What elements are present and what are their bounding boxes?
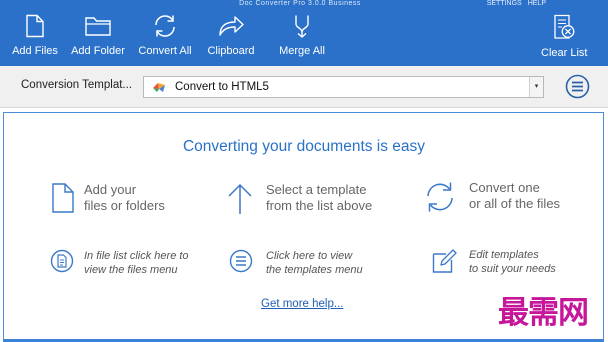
file-icon (52, 183, 74, 213)
clear-list-button[interactable]: Clear List (541, 14, 587, 60)
add-folder-button[interactable]: Add Folder (71, 14, 125, 60)
add-files-button[interactable]: Add Files (12, 14, 58, 60)
merge-icon (295, 15, 309, 38)
template-bar: Conversion Templat... Convert to HTML5 ▾ (0, 66, 608, 108)
template-select[interactable]: Convert to HTML5 ▾ (143, 76, 544, 98)
share-arrow-icon (219, 16, 244, 36)
hint-edit-templates[interactable]: Edit templates to suit your needs (431, 248, 556, 276)
hint-templates-menu-text: Click here to view the templates menu (266, 250, 363, 276)
clear-list-label: Clear List (541, 47, 588, 59)
clear-list-icon (554, 14, 575, 39)
arrow-up-icon (228, 183, 252, 214)
convert-all-label: Convert All (138, 45, 192, 57)
app-title: Doc Converter Pro 3.0.0 Business (239, 0, 361, 7)
refresh-icon (427, 182, 453, 212)
top-menu: SETTINGS HELP (487, 0, 546, 7)
clipboard-label: Clipboard (207, 45, 255, 57)
get-more-help-link[interactable]: Get more help... (261, 298, 343, 310)
templates-menu-button[interactable] (565, 74, 590, 99)
settings-menu[interactable]: SETTINGS (487, 0, 522, 7)
conversion-templates-label: Conversion Templat... (21, 79, 133, 91)
help-menu[interactable]: HELP (528, 0, 546, 7)
clipboard-button[interactable]: Clipboard (206, 14, 256, 60)
merge-all-label: Merge All (279, 45, 325, 57)
hint-file-list[interactable]: In file list click here to view the file… (50, 249, 189, 277)
convert-all-button[interactable]: Convert All (138, 14, 192, 60)
hint-edit-templates-text: Edit templates to suit your needs (469, 249, 556, 275)
edit-icon (432, 249, 457, 273)
add-files-label: Add Files (12, 45, 58, 57)
add-folder-label: Add Folder (71, 45, 125, 57)
headline: Converting your documents is easy (182, 138, 426, 155)
step-select-template-text: Select a template from the list above (266, 182, 373, 213)
watermark-text: 最需网 (498, 295, 589, 331)
folder-icon (85, 17, 111, 36)
refresh-icon (155, 15, 175, 37)
selected-template: Convert to HTML5 (175, 81, 269, 93)
ribbon-toolbar: Doc Converter Pro 3.0.0 Business SETTING… (0, 0, 608, 66)
html5-template-icon (153, 83, 165, 92)
step-convert: Convert one or all of the files (424, 180, 560, 214)
hint-file-list-text: In file list click here to view the file… (84, 250, 189, 276)
step-select-template: Select a template from the list above (226, 182, 372, 216)
step-convert-text: Convert one or all of the files (469, 180, 561, 211)
menu-icon (229, 249, 253, 273)
step-add-files: Add your files or folders (50, 182, 165, 214)
file-menu-icon (50, 249, 74, 273)
hint-templates-menu[interactable]: Click here to view the templates menu (229, 249, 363, 277)
merge-all-button[interactable]: Merge All (279, 14, 325, 60)
hamburger-menu-icon (565, 74, 590, 99)
step-add-files-text: Add your files or folders (84, 182, 165, 213)
file-icon (26, 14, 44, 38)
chevron-down-icon[interactable]: ▾ (529, 77, 543, 97)
